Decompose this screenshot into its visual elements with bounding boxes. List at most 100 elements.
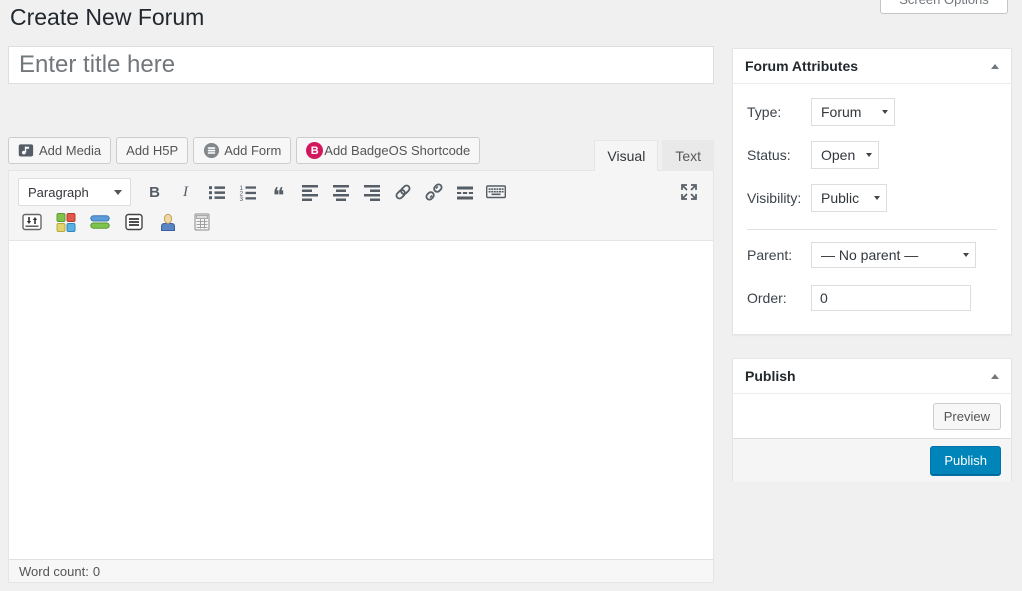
order-label: Order: — [747, 290, 811, 306]
align-center-icon — [332, 183, 350, 201]
svg-text:3: 3 — [239, 196, 243, 201]
add-form-button[interactable]: Add Form — [193, 137, 291, 164]
more-tag-button[interactable] — [449, 179, 480, 205]
add-badgeos-label: Add BadgeOS Shortcode — [324, 143, 470, 158]
parent-select[interactable]: — No parent — — [811, 242, 976, 268]
main-column: Create New Forum Add Media Add H5P — [8, 0, 714, 591]
parent-field-row: Parent: — No parent — — [747, 242, 997, 268]
chevron-down-icon — [963, 253, 969, 257]
blue-green-bars-button[interactable] — [88, 211, 112, 233]
more-tag-icon — [456, 183, 474, 201]
post-title-input[interactable] — [8, 46, 714, 84]
publish-title: Publish — [745, 368, 796, 384]
publish-minor-actions: Preview — [733, 394, 1011, 438]
blockquote-icon: ❝ — [273, 191, 285, 201]
page-title: Create New Forum — [10, 0, 204, 34]
align-center-button[interactable] — [325, 179, 356, 205]
type-label: Type: — [747, 104, 811, 120]
align-right-button[interactable] — [356, 179, 387, 205]
paragraph-format-select[interactable]: Paragraph — [18, 178, 131, 206]
keyboard-toggle-button[interactable] — [480, 179, 511, 205]
link-button[interactable] — [387, 179, 418, 205]
italic-icon: I — [183, 184, 188, 201]
word-count-label: Word count: — [19, 564, 89, 579]
add-media-button[interactable]: Add Media — [8, 137, 111, 164]
parent-select-value: — No parent — — [821, 247, 918, 263]
visibility-select-value: Public — [821, 190, 859, 206]
person-button[interactable] — [156, 211, 180, 233]
collapse-up-arrow-icon[interactable] — [991, 64, 999, 69]
italic-button[interactable]: I — [170, 179, 201, 205]
order-input[interactable] — [811, 285, 971, 311]
type-select[interactable]: Forum — [811, 98, 895, 126]
tab-text[interactable]: Text — [662, 140, 714, 171]
screen-options-label: Screen Options — [899, 0, 989, 7]
status-label: Status: — [747, 147, 811, 163]
order-field-row: Order: — [747, 285, 997, 311]
spreadsheet-button[interactable] — [190, 211, 214, 233]
blockquote-button[interactable]: ❝ — [263, 179, 294, 205]
word-count-value: 0 — [93, 564, 100, 579]
add-media-label: Add Media — [39, 143, 101, 158]
media-buttons-row: Add Media Add H5P Add Form B Add BadgeOS… — [8, 137, 480, 164]
import-export-button[interactable] — [20, 211, 44, 233]
status-select[interactable]: Open — [811, 141, 879, 169]
fullscreen-expand-button[interactable] — [673, 179, 704, 205]
color-blocks-button[interactable] — [54, 211, 78, 233]
parent-label: Parent: — [747, 247, 811, 263]
chevron-down-icon — [866, 153, 872, 157]
forum-attributes-header[interactable]: Forum Attributes — [733, 49, 1011, 84]
unlink-icon — [424, 182, 444, 202]
forum-attributes-body: Type: Forum Status: Open Visibility: Pub… — [733, 84, 1011, 340]
toolbar-row-1: Paragraph B I — [9, 171, 713, 209]
publish-button[interactable]: Publish — [930, 446, 1001, 476]
align-left-icon — [301, 183, 319, 201]
keyboard-icon — [486, 182, 506, 202]
person-icon — [158, 212, 178, 232]
bulleted-list-button[interactable] — [201, 179, 232, 205]
type-field-row: Type: Forum — [747, 98, 997, 126]
add-badgeos-shortcode-button[interactable]: B Add BadgeOS Shortcode — [296, 137, 480, 164]
align-right-icon — [363, 183, 381, 201]
toolbar-row-2 — [9, 209, 713, 240]
bulleted-list-icon — [208, 183, 226, 201]
numbered-list-icon: 1 2 3 — [239, 183, 257, 201]
numbered-list-button[interactable]: 1 2 3 — [232, 179, 263, 205]
visibility-label: Visibility: — [747, 190, 811, 206]
visibility-field-row: Visibility: Public — [747, 184, 997, 212]
lined-box-button[interactable] — [122, 211, 146, 233]
chevron-down-icon — [882, 110, 888, 114]
bold-button[interactable]: B — [139, 179, 170, 205]
add-h5p-button[interactable]: Add H5P — [116, 137, 188, 164]
spreadsheet-icon — [192, 212, 212, 232]
collapse-up-arrow-icon[interactable] — [991, 374, 999, 379]
type-select-value: Forum — [821, 104, 861, 120]
visibility-select[interactable]: Public — [811, 184, 887, 212]
editor-mode-tabs: Visual Text — [594, 139, 714, 170]
editor-toolbar: Paragraph B I — [9, 171, 713, 241]
badgeos-b-icon: B — [306, 142, 323, 159]
chevron-down-icon — [874, 196, 880, 200]
bold-icon: B — [149, 184, 160, 201]
publish-major-actions: Publish — [733, 438, 1011, 482]
publish-header[interactable]: Publish — [733, 359, 1011, 394]
tab-visual[interactable]: Visual — [594, 140, 658, 171]
status-select-value: Open — [821, 147, 855, 163]
preview-button[interactable]: Preview — [933, 403, 1001, 430]
forum-attributes-title: Forum Attributes — [745, 58, 858, 74]
align-left-button[interactable] — [294, 179, 325, 205]
unlink-button[interactable] — [418, 179, 449, 205]
add-form-label: Add Form — [224, 143, 281, 158]
blue-green-bars-icon — [90, 212, 110, 232]
media-icon — [18, 142, 35, 159]
format-select-value: Paragraph — [28, 185, 89, 200]
forum-attributes-panel: Forum Attributes Type: Forum Status: Ope… — [732, 48, 1012, 335]
publish-panel: Publish Preview Publish — [732, 358, 1012, 481]
editor-container: Paragraph B I — [8, 170, 714, 583]
screen-options-button[interactable]: Screen Options — [880, 0, 1008, 14]
status-field-row: Status: Open — [747, 141, 997, 169]
link-icon — [393, 182, 413, 202]
import-export-box-icon — [22, 212, 42, 232]
lined-box-icon — [124, 212, 144, 232]
editor-content-area[interactable] — [9, 241, 713, 559]
